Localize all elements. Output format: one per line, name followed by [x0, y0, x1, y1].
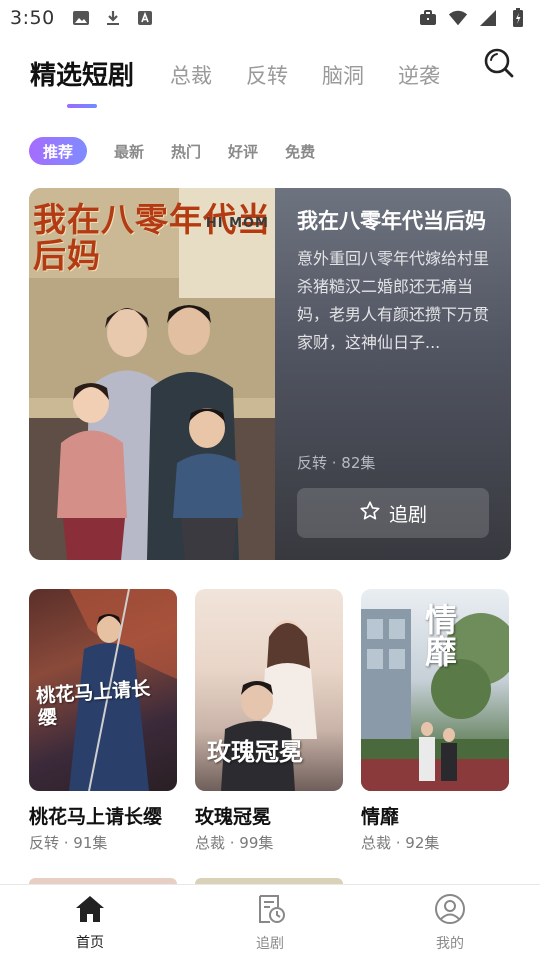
status-time: 3:50: [10, 7, 55, 29]
category-tabs: 精选短剧 总裁 反转 脑洞 逆袭: [0, 44, 540, 108]
drama-card[interactable]: 情靡 情靡 总裁 · 92集: [361, 589, 509, 853]
tab-label: 反转: [246, 64, 289, 88]
tab-label: 脑洞: [322, 64, 365, 88]
drama-meta: 总裁 · 99集: [195, 834, 274, 852]
featured-title: 我在八零年代当后妈: [297, 209, 486, 233]
drama-title: 情靡: [361, 806, 400, 828]
nav-watchlist[interactable]: 追剧: [180, 885, 360, 960]
drama-meta: 总裁 · 92集: [361, 834, 440, 852]
bottom-navigation: 首页 追剧 我的: [0, 884, 540, 960]
status-bar: 3:50: [0, 0, 540, 36]
nav-label: 追剧: [256, 935, 284, 952]
drama-poster[interactable]: 桃花马上请长缨: [29, 589, 177, 791]
drama-card[interactable]: 桃花马上请长缨 桃花马上请长缨 反转 · 91集: [29, 589, 177, 853]
featured-info: 我在八零年代当后妈 意外重回八零年代嫁给村里杀猪糙汉二婚郎还无痛当妈，老男人有颜…: [275, 188, 511, 560]
featured-description: 意外重回八零年代嫁给村里杀猪糙汉二婚郎还无痛当妈，老男人有颜还攒下万贯家财，这神…: [297, 249, 490, 352]
status-right-icons: [418, 8, 528, 28]
nav-profile[interactable]: 我的: [360, 885, 540, 960]
filter-latest[interactable]: 最新: [114, 137, 144, 165]
featured-poster[interactable]: 我在八零年代当后妈 HI MOM: [29, 188, 275, 560]
filter-free[interactable]: 免费: [285, 137, 315, 165]
tab-comeback[interactable]: 逆袭: [398, 60, 440, 100]
signal-icon: [478, 8, 498, 28]
filter-recommended[interactable]: 推荐: [29, 137, 88, 165]
poster-title-art: 玫瑰冠冕: [207, 737, 303, 766]
filter-top-rated[interactable]: 好评: [228, 137, 258, 165]
download-icon: [103, 8, 123, 28]
tab-ceo[interactable]: 总裁: [170, 60, 212, 100]
image-icon: [71, 8, 91, 28]
star-icon: [359, 500, 381, 527]
drama-poster[interactable]: 情靡: [361, 589, 509, 791]
tab-label: 精选短剧: [30, 61, 135, 91]
wifi-icon: [448, 8, 468, 28]
nav-label: 我的: [436, 935, 464, 952]
briefcase-icon: [418, 8, 438, 28]
nav-label: 首页: [76, 934, 104, 951]
tab-featured-shorts[interactable]: 精选短剧: [30, 55, 135, 108]
drama-grid: 桃花马上请长缨 桃花马上请长缨 反转 · 91集 玫瑰冠冕 玫瑰冠冕 总裁 · …: [29, 589, 511, 853]
watchlist-icon: [254, 893, 286, 929]
tab-label: 逆袭: [398, 64, 441, 88]
tab-label: 总裁: [170, 64, 213, 88]
follow-button-label: 追剧: [388, 503, 427, 526]
search-button[interactable]: [482, 48, 516, 82]
filter-chips: 推荐 最新 热门 好评 免费: [29, 137, 342, 165]
drama-title: 桃花马上请长缨: [29, 806, 163, 828]
poster-title-art: 我在八零年代当后妈: [33, 200, 271, 275]
drama-poster[interactable]: 玫瑰冠冕: [195, 589, 343, 791]
follow-drama-button[interactable]: 追剧: [297, 488, 489, 538]
drama-title: 玫瑰冠冕: [195, 806, 272, 828]
profile-icon: [434, 893, 466, 929]
featured-drama-card[interactable]: 我在八零年代当后妈 HI MOM 我在八零年代当后妈 意外重回八零年代嫁给村里杀…: [29, 188, 511, 560]
poster-title-art: 情靡: [420, 603, 458, 667]
home-icon: [74, 894, 106, 928]
battery-icon: [508, 8, 528, 28]
search-icon: [483, 47, 515, 83]
filter-hot[interactable]: 热门: [171, 137, 201, 165]
drama-card[interactable]: 玫瑰冠冕 玫瑰冠冕 总裁 · 99集: [195, 589, 343, 853]
nav-home[interactable]: 首页: [0, 885, 180, 960]
poster-subtitle-art: HI MOM: [205, 216, 269, 231]
font-app-icon: [135, 8, 155, 28]
featured-meta: 反转 · 82集: [297, 454, 376, 472]
tab-brainstorm[interactable]: 脑洞: [322, 60, 364, 100]
active-tab-indicator: [67, 104, 97, 108]
tab-twist[interactable]: 反转: [246, 60, 288, 100]
poster-title-art: 桃花马上请长缨: [35, 677, 151, 730]
drama-meta: 反转 · 91集: [29, 834, 108, 852]
status-left-icons: [71, 8, 155, 28]
